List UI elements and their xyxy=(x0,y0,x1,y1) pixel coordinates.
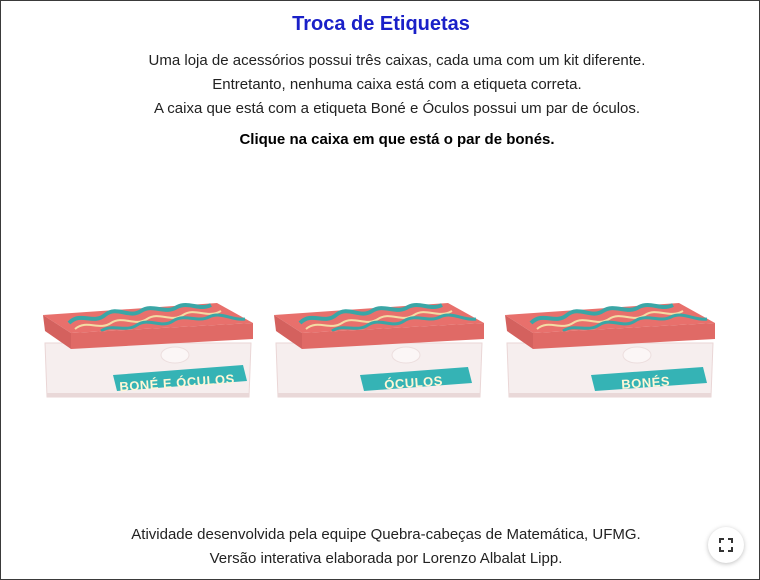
box-oculos[interactable]: ÓCULOS xyxy=(272,293,488,405)
box-illustration: ÓCULOS xyxy=(274,303,484,398)
fullscreen-icon xyxy=(719,538,733,552)
activity-frame: Troca de Etiquetas Uma loja de acessório… xyxy=(0,0,760,580)
credits: Atividade desenvolvida pela equipe Quebr… xyxy=(1,523,760,571)
credits-line-2: Versão interativa elaborada por Lorenzo … xyxy=(209,550,563,567)
box-bones[interactable]: BONÉS xyxy=(503,293,719,405)
description-line-3: A caixa que está com a etiqueta Boné e Ó… xyxy=(153,100,641,117)
box-illustration: BONÉS xyxy=(505,303,715,398)
description-line-1: Uma loja de acessórios possui três caixa… xyxy=(148,52,646,69)
credits-line-1: Atividade desenvolvida pela equipe Quebr… xyxy=(131,526,641,543)
description-line-2: Entretanto, nenhuma caixa está com a eti… xyxy=(212,76,582,93)
box-bone-e-oculos[interactable]: BONÉ E ÓCULOS xyxy=(41,293,257,405)
instruction-text: Clique na caixa em que está o par de bon… xyxy=(239,131,555,148)
box-illustration: BONÉ E ÓCULOS xyxy=(43,303,253,398)
problem-description: Uma loja de acessórios possui três caixa… xyxy=(1,49,760,121)
page-title: Troca de Etiquetas xyxy=(292,13,470,35)
fullscreen-button[interactable] xyxy=(708,527,744,563)
